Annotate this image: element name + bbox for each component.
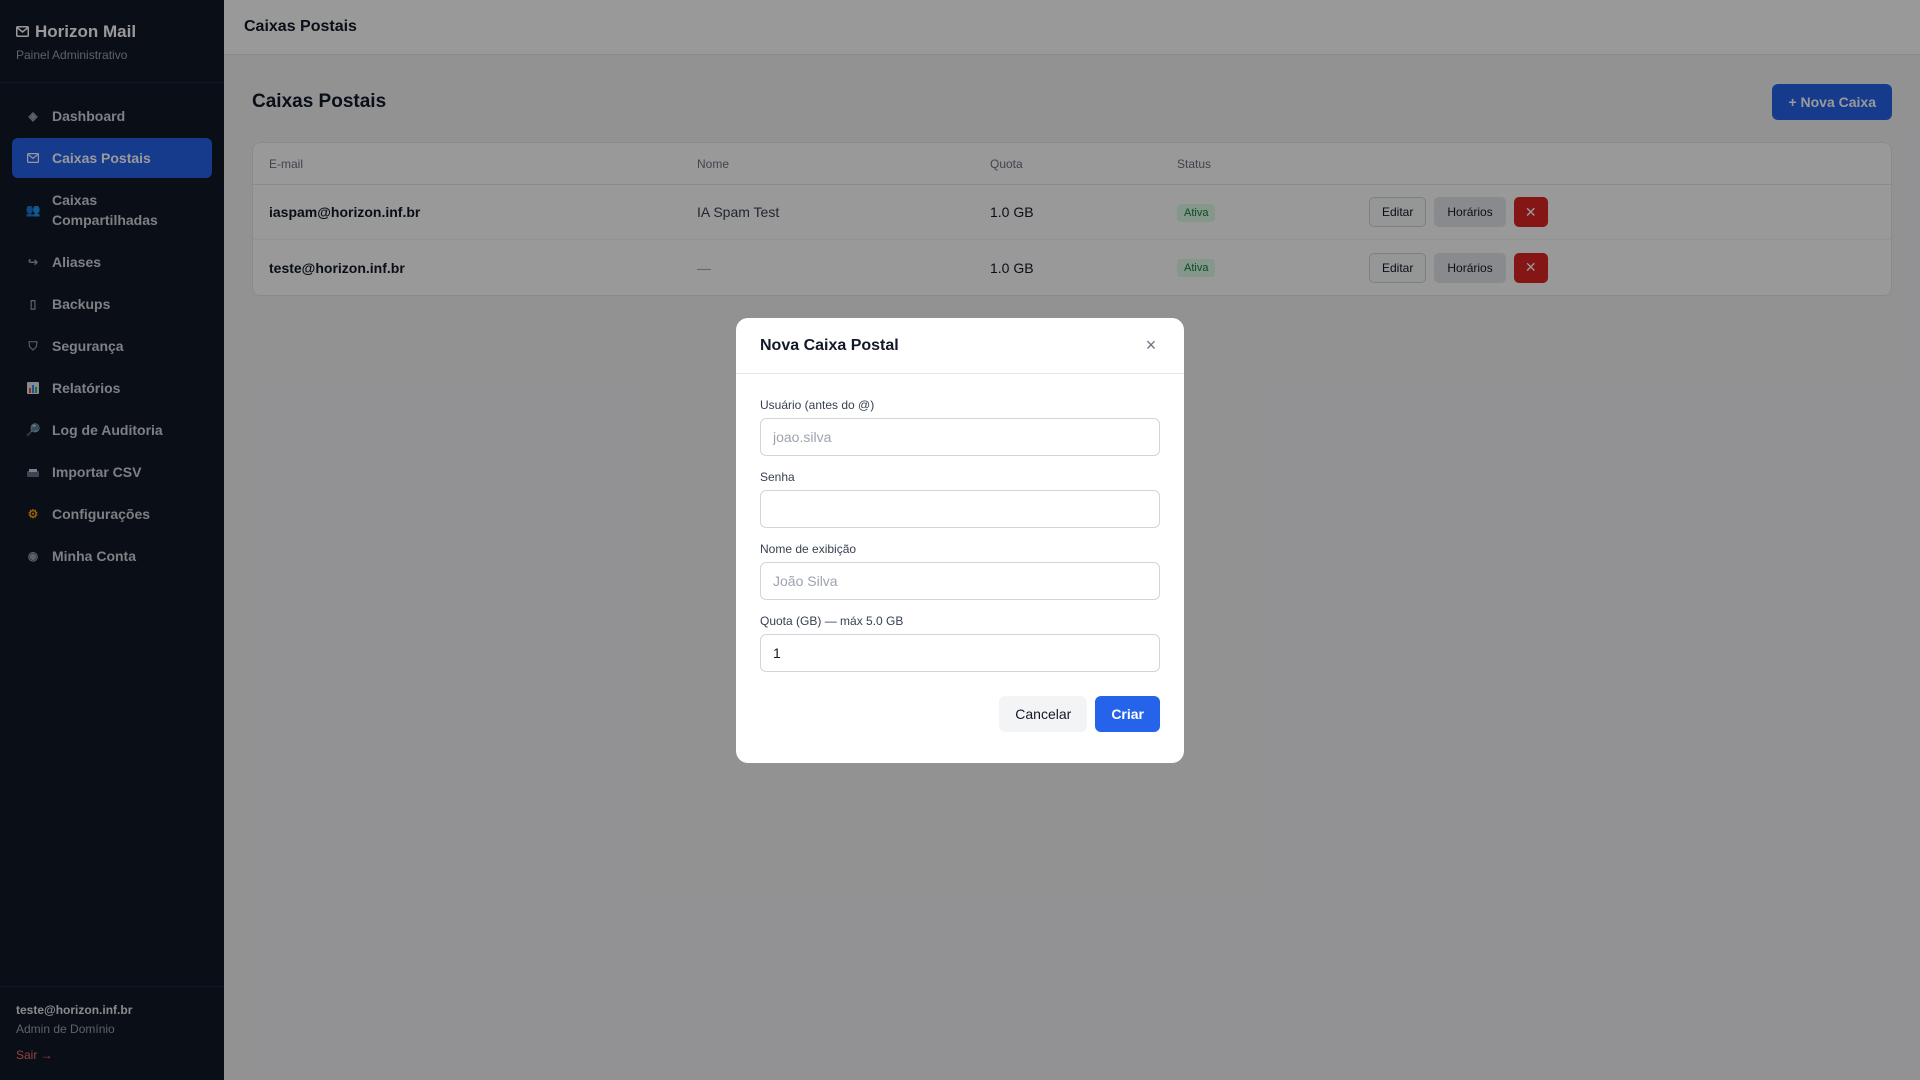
username-input[interactable] — [760, 418, 1160, 456]
quota-input[interactable] — [760, 634, 1160, 672]
display-name-field-label: Nome de exibição — [760, 542, 857, 556]
display-name-field-group: Nome de exibição — [760, 542, 1160, 600]
create-button[interactable]: Criar — [1095, 696, 1160, 732]
new-mailbox-dialog: Nova Caixa Postal × Usuário (antes do @)… — [736, 318, 1184, 763]
dialog-footer: Cancelar Criar — [736, 686, 1184, 732]
password-field-label: Senha — [760, 470, 795, 484]
user-field-group: Usuário (antes do @) — [760, 398, 1160, 456]
dialog-body: Usuário (antes do @) Senha Nome de exibi… — [736, 374, 1184, 672]
close-icon[interactable]: × — [1142, 335, 1160, 356]
display-name-input[interactable] — [760, 562, 1160, 600]
password-field-group: Senha — [760, 470, 1160, 528]
quota-field-group: Quota (GB) — máx 5.0 GB — [760, 614, 1160, 672]
password-input[interactable] — [760, 490, 1160, 528]
cancel-button[interactable]: Cancelar — [999, 696, 1088, 732]
quota-field-label: Quota (GB) — máx 5.0 GB — [760, 614, 904, 628]
user-field-label: Usuário (antes do @) — [760, 398, 875, 412]
dialog-header: Nova Caixa Postal × — [736, 318, 1184, 374]
dialog-title: Nova Caixa Postal — [760, 336, 899, 354]
